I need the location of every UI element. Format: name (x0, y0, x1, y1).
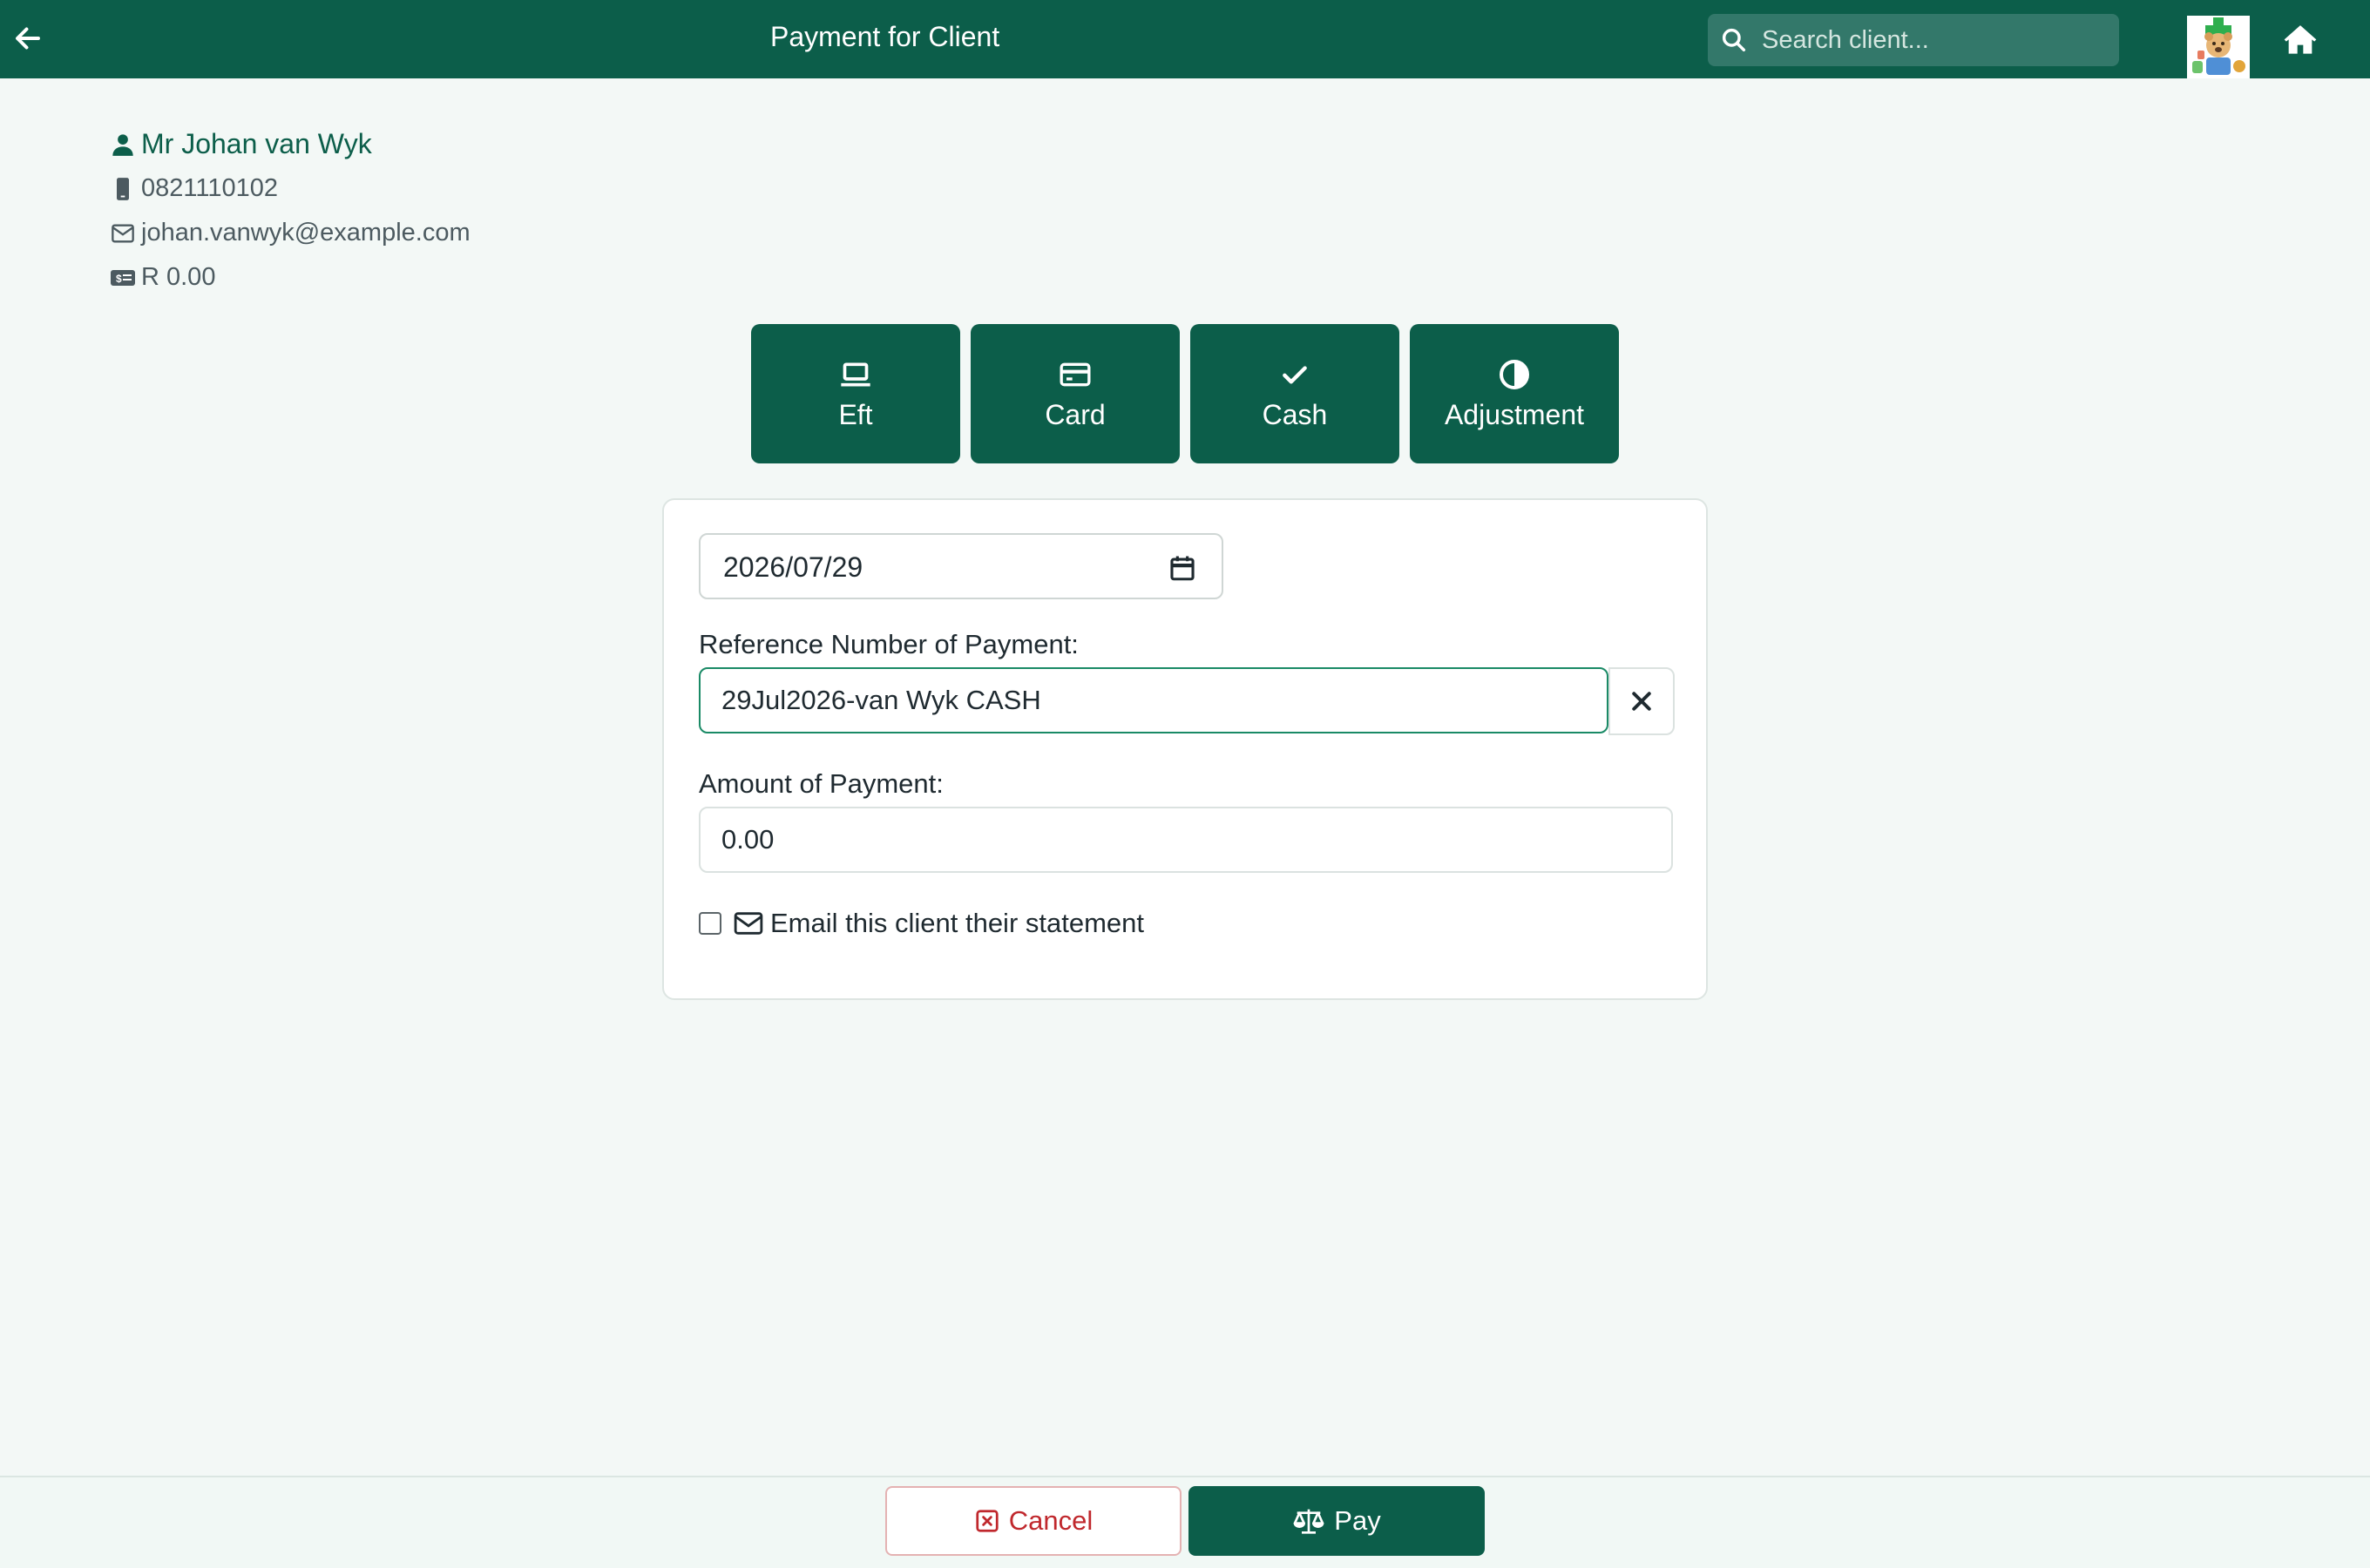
check-icon (1283, 365, 1307, 383)
arrow-left-icon (16, 27, 40, 50)
user-icon (110, 132, 136, 158)
page-title: Payment for Client (770, 21, 1000, 52)
email-statement-checkbox[interactable] (699, 912, 721, 935)
money-bill-icon: $ (110, 265, 136, 291)
email-statement-label: Email this client their statement (770, 908, 1145, 938)
balance-scale-icon (1293, 1509, 1324, 1534)
laptop-icon (841, 362, 870, 386)
client-email-row: johan.vanwyk@example.com (110, 211, 471, 255)
cash-button[interactable]: Cash (1190, 324, 1399, 463)
client-name-row: Mr Johan van Wyk (110, 122, 471, 166)
payment-form-card: 2026/07/29 Reference Number of Payment: … (662, 498, 1708, 1000)
card-label: Card (1045, 398, 1106, 430)
calendar-icon[interactable] (1168, 552, 1197, 584)
close-icon (1632, 692, 1651, 711)
payment-date-input[interactable]: 2026/07/29 (699, 533, 1223, 599)
client-phone: 0821110102 (141, 174, 278, 202)
clear-reference-button[interactable] (1608, 667, 1675, 735)
search-box[interactable] (1708, 14, 2119, 66)
envelope-icon (110, 220, 136, 247)
client-name: Mr Johan van Wyk (141, 128, 372, 159)
half-circle-icon (1500, 359, 1529, 389)
search-input[interactable] (1762, 21, 2107, 59)
amount-input[interactable] (699, 807, 1673, 873)
close-square-icon (976, 1510, 999, 1532)
client-email: johan.vanwyk@example.com (141, 219, 471, 247)
client-info: Mr Johan van Wyk 0821110102 johan.vanwyk… (110, 122, 471, 300)
footer-bar: Cancel Pay (0, 1476, 2370, 1568)
cancel-label: Cancel (1008, 1505, 1094, 1536)
svg-text:$: $ (116, 273, 122, 285)
eft-label: Eft (838, 398, 873, 430)
search-icon (1722, 28, 1746, 52)
app-logo[interactable] (2187, 16, 2250, 78)
mobile-phone-icon (110, 176, 136, 202)
client-phone-row: 0821110102 (110, 166, 471, 211)
pay-label: Pay (1334, 1505, 1381, 1536)
top-bar: Payment for Client (0, 0, 2370, 78)
reference-label: Reference Number of Payment: (699, 629, 1079, 659)
reference-input[interactable] (699, 667, 1608, 733)
back-button[interactable] (12, 23, 47, 57)
card-button[interactable]: Card (971, 324, 1180, 463)
cash-label: Cash (1262, 398, 1328, 430)
client-balance: R 0.00 (141, 263, 216, 291)
home-icon (2284, 25, 2317, 54)
credit-card-icon (1060, 362, 1091, 386)
payment-type-buttons: Eft Card Cash Adjustment (751, 324, 1629, 463)
cancel-button[interactable]: Cancel (885, 1486, 1182, 1556)
payment-date-value: 2026/07/29 (723, 551, 863, 583)
clinic-mascot-logo-icon (2187, 16, 2250, 78)
envelope-icon (734, 912, 763, 935)
pay-button[interactable]: Pay (1188, 1486, 1485, 1556)
amount-label: Amount of Payment: (699, 768, 944, 799)
adjustment-button[interactable]: Adjustment (1410, 324, 1619, 463)
email-statement-row: Email this client their statement (699, 904, 1144, 943)
adjustment-label: Adjustment (1444, 398, 1585, 430)
home-button[interactable] (2283, 23, 2318, 57)
eft-button[interactable]: Eft (751, 324, 960, 463)
client-balance-row: $ R 0.00 (110, 255, 471, 300)
